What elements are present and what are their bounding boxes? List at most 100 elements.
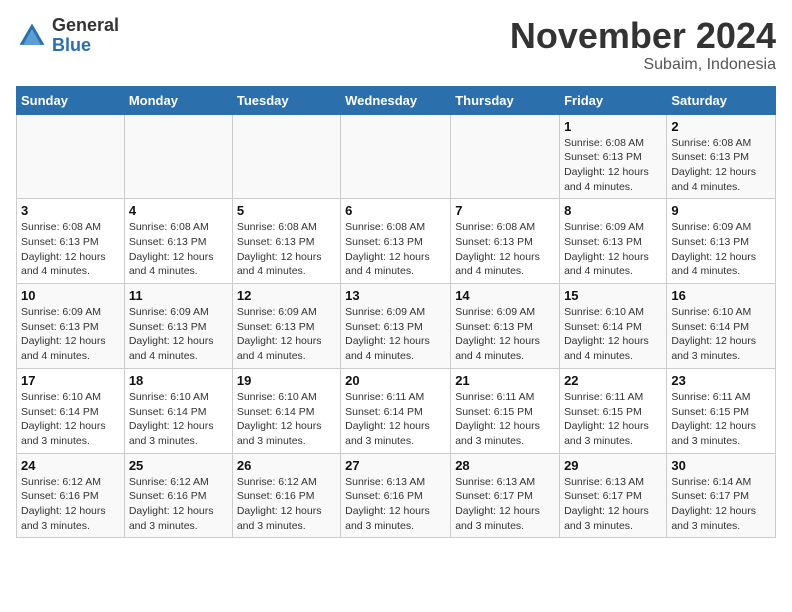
calendar-day-cell: 3Sunrise: 6:08 AMSunset: 6:13 PMDaylight…	[17, 199, 125, 284]
day-number: 1	[564, 119, 662, 134]
calendar-day-cell: 20 Sunrise: 6:11 AMSunset: 6:14 PMDayligh…	[341, 368, 451, 453]
day-info: Sunrise: 6:10 AMSunset: 6:14 PMDaylight:…	[564, 305, 662, 364]
calendar-day-cell: 25Sunrise: 6:12 AMSunset: 6:16 PMDayligh…	[124, 453, 232, 538]
calendar-day-cell: 11 Sunrise: 6:09 AMSunset: 6:13 PMDayligh…	[124, 284, 232, 369]
calendar-day-cell: 2Sunrise: 6:08 AMSunset: 6:13 PMDaylight…	[667, 114, 776, 199]
weekday-header-cell: Monday	[124, 86, 232, 114]
day-info: Sunrise: 6:11 AMSunset: 6:14 PMDaylight:…	[345, 390, 446, 449]
logo-general-text: General	[52, 15, 119, 35]
logo-blue-text: Blue	[52, 35, 91, 55]
weekday-header-cell: Thursday	[451, 86, 560, 114]
day-info: Sunrise: 6:09 AMSunset: 6:13 PMDaylight:…	[21, 305, 120, 364]
day-number: 7	[455, 203, 555, 218]
calendar-week-row: 3Sunrise: 6:08 AMSunset: 6:13 PMDaylight…	[17, 199, 776, 284]
day-info: Sunrise: 6:09 AMSunset: 6:13 PMDaylight:…	[345, 305, 446, 364]
calendar-day-cell: 8Sunrise: 6:09 AMSunset: 6:13 PMDaylight…	[560, 199, 667, 284]
calendar-week-row: 10 Sunrise: 6:09 AMSunset: 6:13 PMDayligh…	[17, 284, 776, 369]
location-subtitle: Subaim, Indonesia	[510, 56, 776, 74]
logo: General Blue	[16, 16, 119, 56]
calendar-week-row: 1 Sunrise: 6:08 AMSunset: 6:13 PMDaylight…	[17, 114, 776, 199]
day-info: Sunrise: 6:10 AMSunset: 6:14 PMDaylight:…	[21, 390, 120, 449]
calendar-day-cell: 7 Sunrise: 6:08 AMSunset: 6:13 PMDaylight…	[451, 199, 560, 284]
calendar-day-cell: 30 Sunrise: 6:14 AMSunset: 6:17 PMDayligh…	[667, 453, 776, 538]
day-number: 16	[671, 288, 771, 303]
month-title: November 2024	[510, 16, 776, 56]
weekday-header-row: SundayMondayTuesdayWednesdayThursdayFrid…	[17, 86, 776, 114]
day-info: Sunrise: 6:12 AMSunset: 6:16 PMDaylight:…	[21, 475, 120, 534]
day-number: 23	[671, 373, 771, 388]
calendar-day-cell: 26 Sunrise: 6:12 AMSunset: 6:16 PMDayligh…	[232, 453, 340, 538]
day-info: Sunrise: 6:09 AMSunset: 6:13 PMDaylight:…	[564, 220, 662, 279]
day-number: 12	[237, 288, 336, 303]
day-number: 15	[564, 288, 662, 303]
calendar-day-cell: 12 Sunrise: 6:09 AMSunset: 6:13 PMDayligh…	[232, 284, 340, 369]
day-number: 14	[455, 288, 555, 303]
calendar-week-row: 17Sunrise: 6:10 AMSunset: 6:14 PMDayligh…	[17, 368, 776, 453]
calendar-day-cell	[451, 114, 560, 199]
calendar-day-cell: 18 Sunrise: 6:10 AMSunset: 6:14 PMDayligh…	[124, 368, 232, 453]
calendar-day-cell: 9 Sunrise: 6:09 AMSunset: 6:13 PMDaylight…	[667, 199, 776, 284]
calendar-day-cell	[124, 114, 232, 199]
calendar-day-cell: 29Sunrise: 6:13 AMSunset: 6:17 PMDayligh…	[560, 453, 667, 538]
day-info: Sunrise: 6:11 AMSunset: 6:15 PMDaylight:…	[671, 390, 771, 449]
day-number: 25	[129, 458, 228, 473]
logo-icon	[16, 20, 48, 52]
day-info: Sunrise: 6:09 AMSunset: 6:13 PMDaylight:…	[129, 305, 228, 364]
day-info: Sunrise: 6:08 AMSunset: 6:13 PMDaylight:…	[564, 136, 662, 195]
day-number: 27	[345, 458, 446, 473]
day-info: Sunrise: 6:08 AMSunset: 6:13 PMDaylight:…	[21, 220, 120, 279]
weekday-header-cell: Friday	[560, 86, 667, 114]
day-number: 11	[129, 288, 228, 303]
day-number: 9	[671, 203, 771, 218]
day-number: 20	[345, 373, 446, 388]
weekday-header-cell: Sunday	[17, 86, 125, 114]
day-info: Sunrise: 6:11 AMSunset: 6:15 PMDaylight:…	[564, 390, 662, 449]
day-number: 28	[455, 458, 555, 473]
calendar-day-cell: 13 Sunrise: 6:09 AMSunset: 6:13 PMDayligh…	[341, 284, 451, 369]
day-info: Sunrise: 6:08 AMSunset: 6:13 PMDaylight:…	[129, 220, 228, 279]
title-block: November 2024 Subaim, Indonesia	[510, 16, 776, 74]
day-number: 24	[21, 458, 120, 473]
day-number: 18	[129, 373, 228, 388]
calendar-day-cell: 6Sunrise: 6:08 AMSunset: 6:13 PMDaylight…	[341, 199, 451, 284]
day-info: Sunrise: 6:13 AMSunset: 6:16 PMDaylight:…	[345, 475, 446, 534]
weekday-header-cell: Wednesday	[341, 86, 451, 114]
calendar-day-cell: 27 Sunrise: 6:13 AMSunset: 6:16 PMDayligh…	[341, 453, 451, 538]
day-number: 13	[345, 288, 446, 303]
day-info: Sunrise: 6:14 AMSunset: 6:17 PMDaylight:…	[671, 475, 771, 534]
day-number: 10	[21, 288, 120, 303]
day-info: Sunrise: 6:10 AMSunset: 6:14 PMDaylight:…	[671, 305, 771, 364]
page-header: General Blue November 2024 Subaim, Indon…	[16, 16, 776, 74]
calendar-table: SundayMondayTuesdayWednesdayThursdayFrid…	[16, 86, 776, 539]
day-info: Sunrise: 6:12 AMSunset: 6:16 PMDaylight:…	[237, 475, 336, 534]
day-number: 29	[564, 458, 662, 473]
calendar-body: 1 Sunrise: 6:08 AMSunset: 6:13 PMDaylight…	[17, 114, 776, 538]
day-info: Sunrise: 6:08 AMSunset: 6:13 PMDaylight:…	[237, 220, 336, 279]
day-number: 30	[671, 458, 771, 473]
calendar-day-cell	[341, 114, 451, 199]
weekday-header-cell: Saturday	[667, 86, 776, 114]
calendar-day-cell: 15 Sunrise: 6:10 AMSunset: 6:14 PMDayligh…	[560, 284, 667, 369]
day-info: Sunrise: 6:10 AMSunset: 6:14 PMDaylight:…	[129, 390, 228, 449]
calendar-day-cell: 4 Sunrise: 6:08 AMSunset: 6:13 PMDaylight…	[124, 199, 232, 284]
day-info: Sunrise: 6:10 AMSunset: 6:14 PMDaylight:…	[237, 390, 336, 449]
calendar-day-cell: 24 Sunrise: 6:12 AMSunset: 6:16 PMDayligh…	[17, 453, 125, 538]
day-info: Sunrise: 6:09 AMSunset: 6:13 PMDaylight:…	[455, 305, 555, 364]
calendar-day-cell: 21Sunrise: 6:11 AMSunset: 6:15 PMDayligh…	[451, 368, 560, 453]
day-info: Sunrise: 6:08 AMSunset: 6:13 PMDaylight:…	[345, 220, 446, 279]
calendar-day-cell: 14 Sunrise: 6:09 AMSunset: 6:13 PMDayligh…	[451, 284, 560, 369]
day-info: Sunrise: 6:13 AMSunset: 6:17 PMDaylight:…	[455, 475, 555, 534]
day-info: Sunrise: 6:11 AMSunset: 6:15 PMDaylight:…	[455, 390, 555, 449]
day-info: Sunrise: 6:09 AMSunset: 6:13 PMDaylight:…	[671, 220, 771, 279]
calendar-day-cell	[17, 114, 125, 199]
day-info: Sunrise: 6:08 AMSunset: 6:13 PMDaylight:…	[455, 220, 555, 279]
day-number: 5	[237, 203, 336, 218]
day-number: 26	[237, 458, 336, 473]
calendar-day-cell: 10 Sunrise: 6:09 AMSunset: 6:13 PMDayligh…	[17, 284, 125, 369]
day-number: 2	[671, 119, 771, 134]
weekday-header-cell: Tuesday	[232, 86, 340, 114]
calendar-day-cell	[232, 114, 340, 199]
day-number: 4	[129, 203, 228, 218]
calendar-day-cell: 5 Sunrise: 6:08 AMSunset: 6:13 PMDaylight…	[232, 199, 340, 284]
day-info: Sunrise: 6:09 AMSunset: 6:13 PMDaylight:…	[237, 305, 336, 364]
